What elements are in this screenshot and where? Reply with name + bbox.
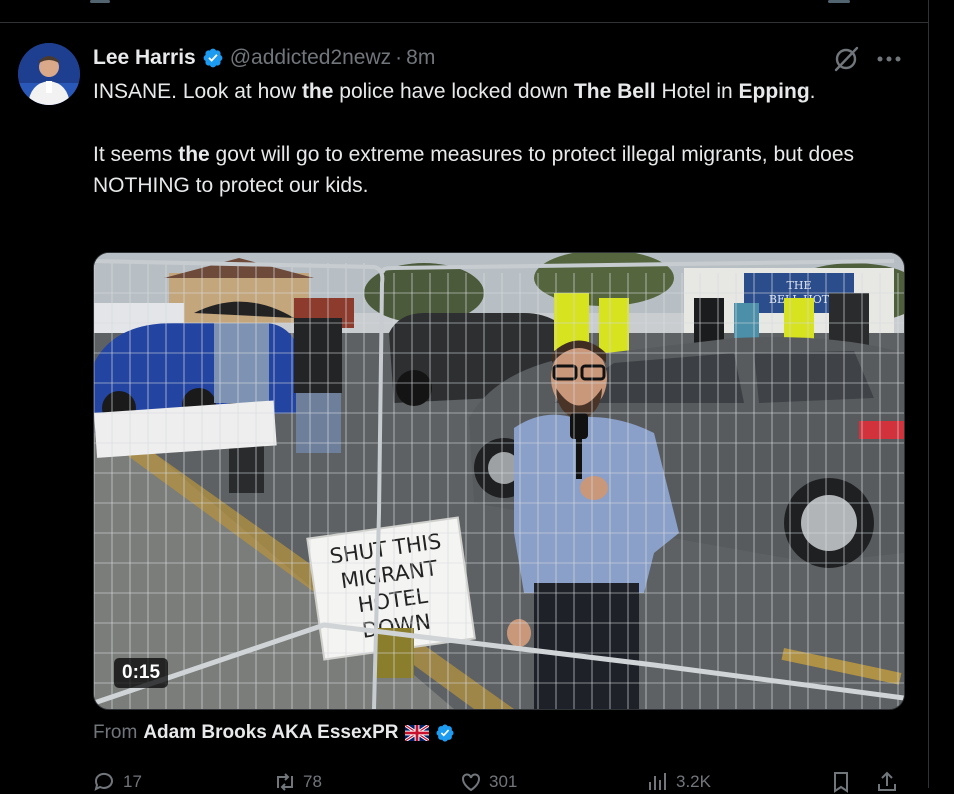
video-frame: THE BELL HOT [94,253,904,709]
avatar[interactable] [18,43,80,105]
repost-icon [277,773,293,791]
post-actions: 17 78 301 3.2K [93,770,905,794]
verified-badge-icon [203,48,223,68]
previous-post-action-stub [828,0,850,3]
post-header: Lee Harris @addicted2newz · 8m [93,44,435,72]
reply-icon [94,772,113,791]
views-icon [649,773,666,790]
reply-count: 17 [123,772,142,791]
reply-button[interactable]: 17 [93,770,142,794]
video-duration: 0:15 [114,658,169,688]
uk-flag-icon [404,725,429,741]
attribution-source-name[interactable]: Adam Brooks AKA EssexPR [143,722,398,744]
like-count: 301 [489,772,518,791]
bookmark-icon [834,772,848,793]
separator: · [395,46,403,69]
like-button[interactable]: 301 [459,770,517,794]
video-player[interactable]: THE BELL HOT [93,252,905,710]
share-button[interactable] [875,770,905,794]
post-text-paragraph-2: It seems the govt will go to extreme mea… [93,142,855,198]
more-icon[interactable] [876,55,902,63]
views-count: 3.2K [676,772,711,791]
grok-icon[interactable] [832,45,860,73]
divider [0,22,928,23]
views-button[interactable]: 3.2K [646,770,711,794]
author-handle[interactable]: @addicted2newz [230,46,391,70]
previous-post-action-stub [90,0,110,3]
verified-badge-icon [435,724,454,742]
video-attribution: From Adam Brooks AKA EssexPR [93,722,455,744]
repost-button[interactable]: 78 [273,770,322,794]
share-icon [878,771,896,791]
post-text: INSANE. Look at how the police have lock… [93,76,883,202]
post-text-paragraph-1: INSANE. Look at how the police have lock… [93,80,816,103]
like-icon [462,773,480,792]
bookmark-button[interactable] [829,770,859,794]
author-name[interactable]: Lee Harris [93,46,196,70]
attribution-label: From [93,722,138,743]
repost-count: 78 [303,772,322,791]
post-time[interactable]: 8m [406,46,435,70]
